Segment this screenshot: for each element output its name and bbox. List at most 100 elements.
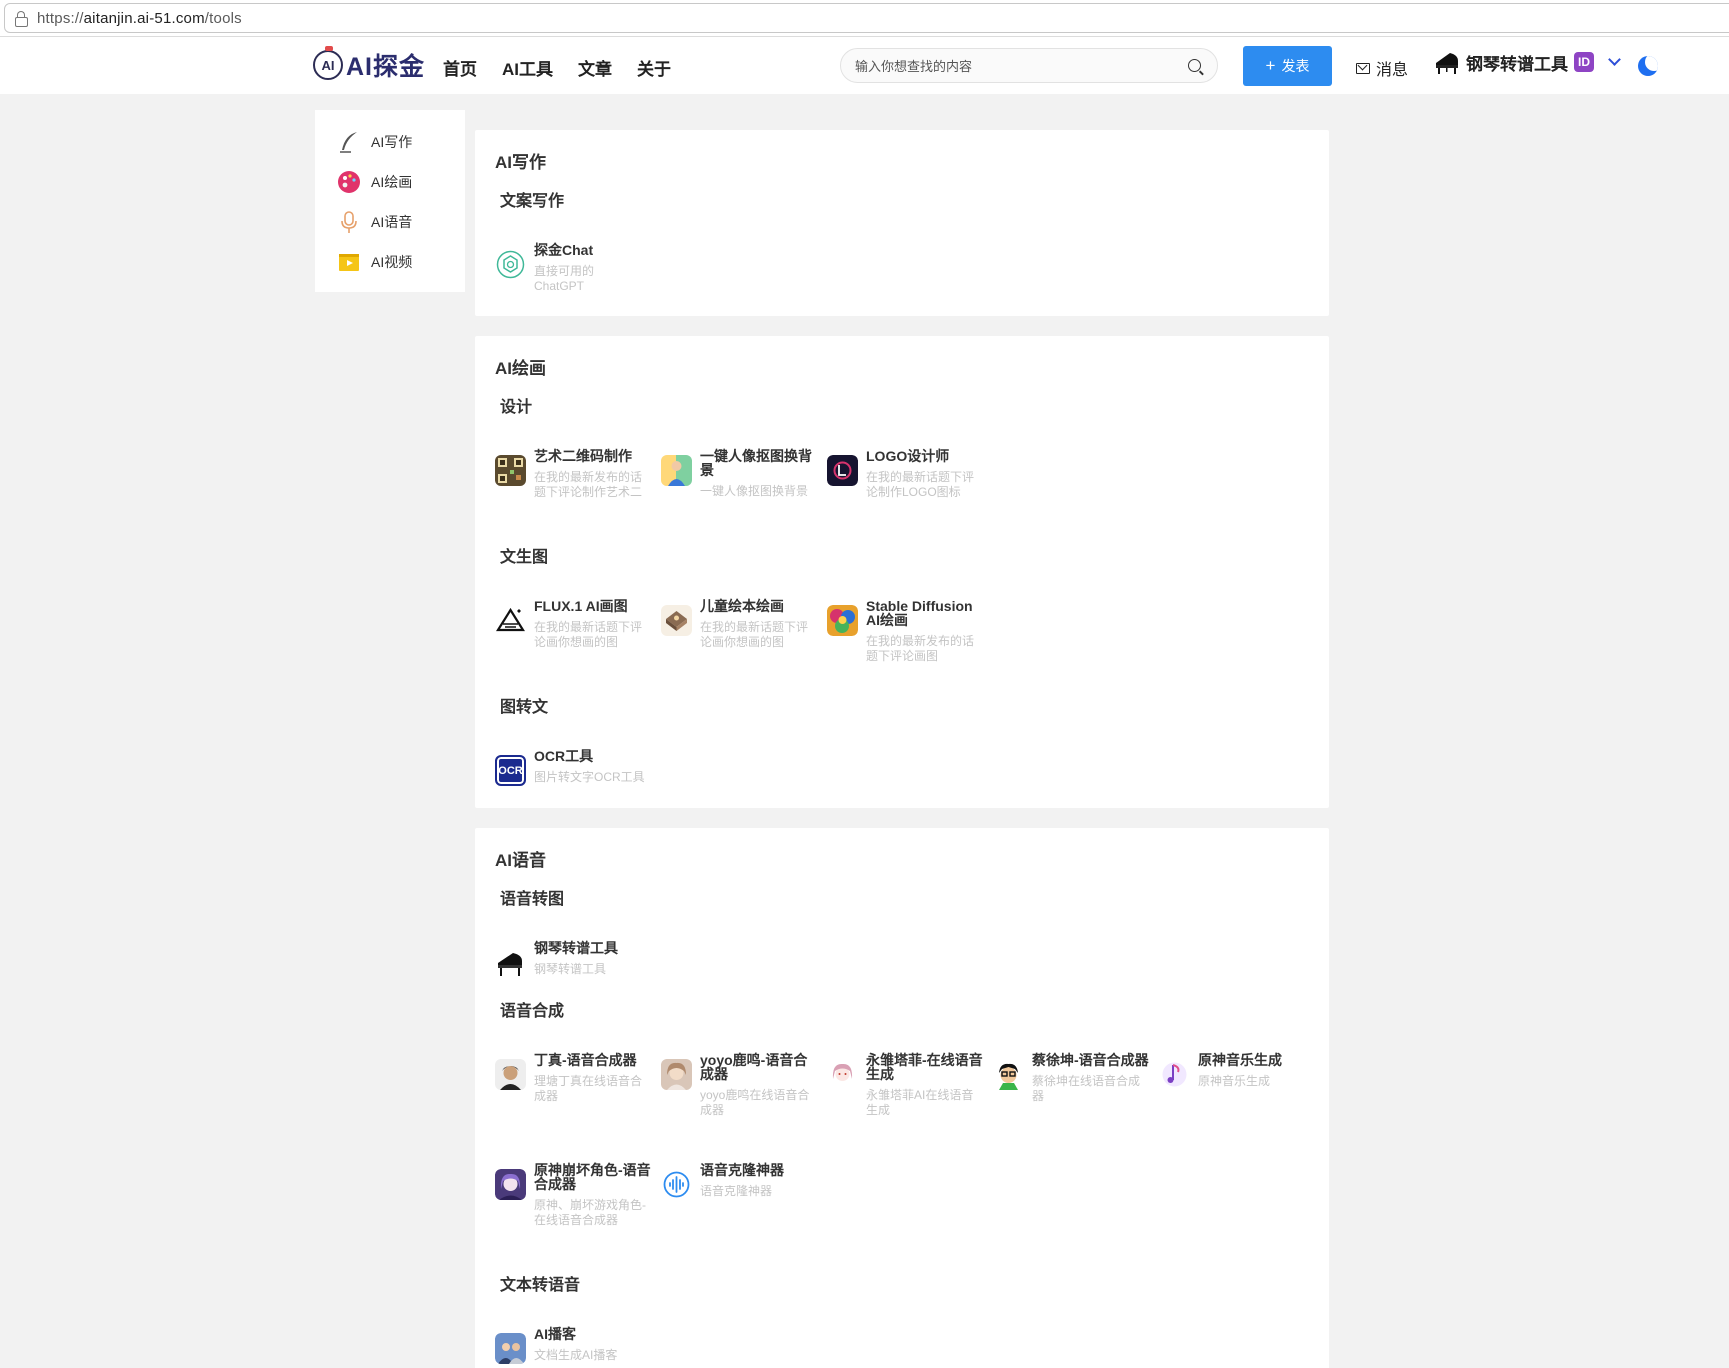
section-card-ai-writing: AI写作 文案写作 探金Chat 直接可用的ChatGPT [475, 130, 1329, 316]
tool-name: 艺术二维码制作 [534, 448, 632, 464]
avatar-cxk-icon [993, 1059, 1024, 1090]
sidebar-item-ai-painting[interactable]: AI绘画 [337, 170, 412, 194]
group-title: 设计 [500, 399, 533, 416]
messages-link[interactable]: 消息 [1356, 56, 1408, 80]
section-card-ai-voice: AI语音 语音转图 钢琴转谱工具 钢琴转谱工具 语音合成 丁真-语音合成器 理塘… [475, 828, 1329, 1368]
url-field[interactable]: https://aitanjin.ai-51.com/tools [4, 3, 1729, 33]
tool-name: FLUX.1 AI画图 [534, 598, 628, 614]
tool-desc: 在我的最新发布的话题下评论画图 [866, 634, 975, 663]
sidebar-item-label: AI写作 [371, 134, 413, 150]
search-input[interactable] [855, 56, 1175, 76]
tool-desc: yoyo鹿鸣在线语音合成器 [700, 1088, 810, 1117]
tool-desc: 原神音乐生成 [1198, 1074, 1271, 1088]
site-logo[interactable]: AI AI探金 [313, 46, 426, 83]
tool-item-stable-diffusion[interactable]: Stable Diffusion AI绘画 在我的最新发布的话题下评论画图 [827, 599, 987, 664]
tool-desc: 一键人像抠图换背景 [700, 484, 809, 498]
sidebar-item-label: AI视频 [371, 254, 413, 270]
tool-item-flux[interactable]: FLUX.1 AI画图 在我的最新话题下评论画你想画的图 [495, 599, 655, 650]
sidebar-item-label: AI绘画 [371, 174, 413, 190]
group-title: 语音转图 [500, 891, 565, 908]
group-title: 文案写作 [500, 193, 565, 210]
tool-name: 钢琴转谱工具 [534, 940, 618, 956]
chevron-down-icon[interactable] [1608, 53, 1621, 66]
search-box [840, 48, 1218, 83]
waveform-icon [661, 1169, 692, 1200]
tool-item-dingzhen[interactable]: 丁真-语音合成器 理塘丁真在线语音合成器 [495, 1053, 655, 1104]
tool-item-voice-clone[interactable]: 语音克隆神器 语音克隆神器 [661, 1163, 821, 1200]
quill-icon [340, 132, 357, 153]
tool-name: 永雏塔菲-在线语音生成 [866, 1052, 983, 1082]
tool-desc: 语音克隆神器 [700, 1184, 773, 1198]
group-title: 图转文 [500, 699, 549, 716]
tool-item-logo-designer[interactable]: LOGO设计师 在我的最新话题下评论制作LOGO图标 [827, 449, 987, 500]
avatar-genshin-icon [495, 1169, 526, 1200]
tool-item-piano-transcription[interactable]: 钢琴转谱工具 钢琴转谱工具 [495, 941, 655, 978]
tool-desc: 永雏塔菲AI在线语音生成 [866, 1088, 974, 1117]
sidebar-item-ai-writing[interactable]: AI写作 [337, 130, 412, 154]
tool-item-ai-podcast[interactable]: AI播客 文档生成AI播客 [495, 1327, 655, 1364]
section-title: AI语音 [495, 851, 546, 870]
ocr-icon: OCR [495, 755, 526, 786]
avatar-dingzhen-icon [495, 1059, 526, 1090]
tool-name: yoyo鹿鸣-语音合成器 [700, 1052, 808, 1082]
nav-articles[interactable]: 文章 [578, 55, 612, 80]
id-badge-icon: ID [1574, 52, 1594, 72]
tool-item-ocr[interactable]: OCR OCR工具 图片转文字OCR工具 [495, 749, 655, 786]
tool-name: 儿童绘本绘画 [700, 598, 784, 614]
tool-desc: 理塘丁真在线语音合成器 [534, 1074, 643, 1103]
tool-item-picture-book[interactable]: 儿童绘本绘画 在我的最新话题下评论画你想画的图 [661, 599, 821, 650]
ocr-icon-text: OCR [498, 764, 523, 777]
tool-name: AI播客 [534, 1326, 576, 1342]
logo-designer-icon [827, 455, 858, 486]
tool-item-taffy[interactable]: 永雏塔菲-在线语音生成 永雏塔菲AI在线语音生成 [827, 1053, 987, 1118]
publish-button[interactable]: + 发表 [1243, 46, 1332, 86]
user-menu[interactable]: 钢琴转谱工具 ID [1434, 49, 1621, 75]
tool-desc: 原神、崩坏游戏角色-在线语音合成器 [534, 1198, 646, 1227]
tool-desc: 直接可用的ChatGPT [534, 264, 595, 293]
stable-diffusion-icon [827, 605, 858, 636]
sidebar-item-ai-video[interactable]: AI视频 [337, 250, 412, 274]
plus-icon: + [1265, 56, 1276, 75]
section-title: AI绘画 [495, 359, 546, 378]
group-title: 文本转语音 [500, 1277, 581, 1294]
url-text: https://aitanjin.ai-51.com/tools [37, 9, 242, 27]
tool-item-yoyo[interactable]: yoyo鹿鸣-语音合成器 yoyo鹿鸣在线语音合成器 [661, 1053, 821, 1118]
search-icon[interactable] [1188, 59, 1201, 72]
nav-home[interactable]: 首页 [443, 55, 477, 80]
tool-item-tanjin-chat[interactable]: 探金Chat 直接可用的ChatGPT [495, 243, 655, 294]
logo-text: AI探金 [346, 53, 426, 81]
tool-item-cxk[interactable]: 蔡徐坤-语音合成器 蔡徐坤在线语音合成器 [993, 1053, 1153, 1104]
group-title: 语音合成 [500, 1003, 565, 1020]
tool-desc: 文档生成AI播客 [534, 1348, 618, 1362]
tool-item-portrait-cutout[interactable]: 一键人像抠图换背景 一键人像抠图换背景 [661, 449, 821, 499]
nav-ai-tools[interactable]: AI工具 [502, 55, 553, 80]
category-sidebar: AI写作 AI绘画 AI语音 AI视频 [315, 110, 465, 292]
tool-name: 原神崩坏角色-语音合成器 [534, 1162, 651, 1192]
qr-art-icon [495, 455, 526, 486]
dark-mode-moon-icon[interactable] [1638, 56, 1658, 76]
tool-desc: 图片转文字OCR工具 [534, 770, 645, 784]
avatar-taffy-icon [827, 1059, 858, 1090]
group-title: 文生图 [500, 549, 549, 566]
piano-icon [495, 947, 526, 978]
sidebar-item-label: AI语音 [371, 214, 413, 230]
tool-item-genshin-music[interactable]: 原神音乐生成 原神音乐生成 [1159, 1053, 1319, 1090]
tool-name: LOGO设计师 [866, 448, 950, 464]
tool-item-genshin-voice[interactable]: 原神崩坏角色-语音合成器 原神、崩坏游戏角色-在线语音合成器 [495, 1163, 655, 1228]
microphone-icon [341, 211, 357, 233]
messages-label: 消息 [1376, 62, 1409, 79]
mail-icon [1356, 62, 1370, 74]
sidebar-item-ai-voice[interactable]: AI语音 [337, 210, 412, 234]
tool-item-art-qr[interactable]: 艺术二维码制作 在我的最新发布的话题下评论制作艺术二 [495, 449, 655, 500]
podcast-icon [495, 1333, 526, 1364]
tool-desc: 钢琴转谱工具 [534, 962, 607, 976]
nav-about[interactable]: 关于 [637, 55, 671, 80]
section-title: AI写作 [495, 153, 546, 172]
lock-icon [15, 11, 28, 27]
tool-name: OCR工具 [534, 748, 594, 764]
tool-name: 原神音乐生成 [1198, 1052, 1282, 1068]
tool-desc: 蔡徐坤在线语音合成器 [1032, 1074, 1141, 1103]
tool-name: 一键人像抠图换背景 [700, 448, 812, 478]
user-name: 钢琴转谱工具 [1466, 54, 1568, 74]
browser-address-bar: https://aitanjin.ai-51.com/tools [0, 0, 1729, 37]
